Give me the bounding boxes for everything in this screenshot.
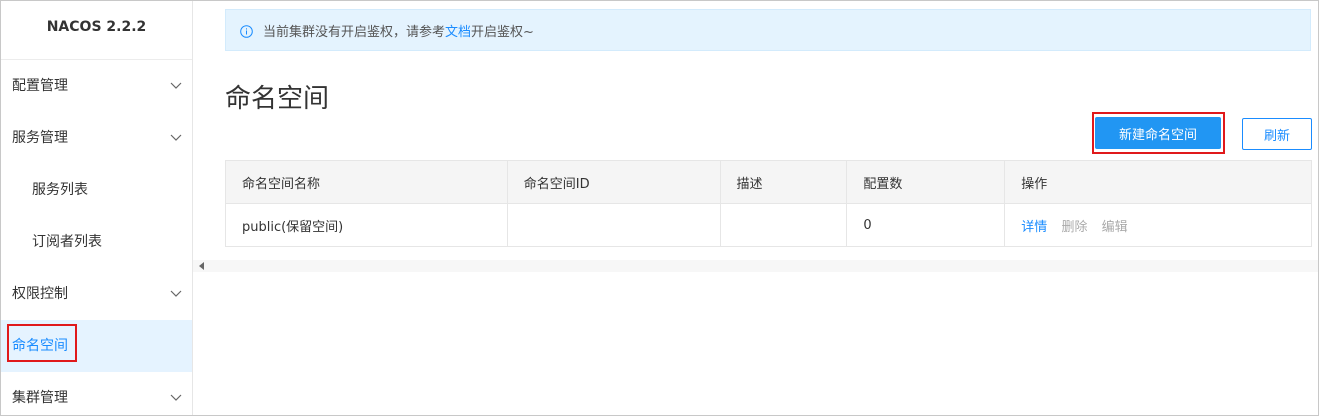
column-header-config-count: 配置数 [846, 160, 1006, 204]
table-row: public(保留空间) 0 详情 删除 编辑 [225, 203, 1312, 247]
main-content: 当前集群没有开启鉴权，请参考 文档 开启鉴权~ 命名空间 新建命名空间 刷新 命名空… [193, 1, 1318, 415]
cell-description [719, 203, 848, 247]
cell-namespace-name: public(保留空间) [225, 203, 508, 247]
info-circle-icon [240, 24, 253, 38]
sidebar-item-label: 服务管理 [12, 130, 68, 146]
sidebar-item-namespace[interactable]: 命名空间 [1, 320, 192, 372]
cell-actions: 详情 删除 编辑 [1004, 203, 1312, 247]
sidebar-item-subscriber-list[interactable]: 订阅者列表 [1, 216, 192, 268]
notice-text-suffix: 开启鉴权~ [471, 24, 534, 40]
sidebar: NACOS 2.2.2 配置管理 服务管理 服务列表 订阅者列表 权限控制 命名… [1, 1, 193, 415]
sidebar-item-service-management[interactable]: 服务管理 [1, 112, 192, 164]
sidebar-item-label: 配置管理 [12, 78, 68, 94]
sidebar-item-cluster-management[interactable]: 集群管理 [1, 372, 192, 415]
sidebar-item-label: 服务列表 [32, 182, 88, 198]
chevron-down-icon [170, 112, 182, 164]
column-header-id: 命名空间ID [506, 160, 721, 204]
auth-notice: 当前集群没有开启鉴权，请参考 文档 开启鉴权~ [225, 9, 1311, 51]
docs-link[interactable]: 文档 [445, 21, 471, 40]
scroll-left-arrow-icon[interactable] [199, 262, 204, 270]
column-header-actions: 操作 [1004, 160, 1312, 204]
column-header-description: 描述 [719, 160, 848, 204]
refresh-button[interactable]: 刷新 [1242, 118, 1312, 150]
sidebar-item-label: 集群管理 [12, 390, 68, 406]
cell-namespace-id [506, 203, 721, 247]
chevron-down-icon [170, 60, 182, 112]
brand-title: NACOS 2.2.2 [1, 1, 192, 60]
sidebar-item-access-control[interactable]: 权限控制 [1, 268, 192, 320]
table-header-row: 命名空间名称 命名空间ID 描述 配置数 操作 [225, 160, 1312, 204]
chevron-down-icon [170, 268, 182, 320]
delete-link: 删除 [1061, 219, 1088, 235]
sidebar-item-label: 命名空间 [12, 338, 68, 354]
namespace-table: 命名空间名称 命名空间ID 描述 配置数 操作 public(保留空间) 0 详… [225, 160, 1312, 247]
sidebar-item-label: 订阅者列表 [32, 234, 102, 250]
column-header-name: 命名空间名称 [225, 160, 508, 204]
sidebar-item-service-list[interactable]: 服务列表 [1, 164, 192, 216]
sidebar-item-label: 权限控制 [12, 286, 68, 302]
notice-text: 当前集群没有开启鉴权，请参考 [263, 24, 446, 40]
page-title: 命名空间 [225, 84, 330, 115]
sidebar-item-config-management[interactable]: 配置管理 [1, 60, 192, 112]
detail-link[interactable]: 详情 [1021, 220, 1047, 235]
app-window: NACOS 2.2.2 配置管理 服务管理 服务列表 订阅者列表 权限控制 命名… [0, 0, 1319, 416]
horizontal-scrollbar[interactable] [193, 260, 1318, 272]
create-namespace-button[interactable]: 新建命名空间 [1095, 117, 1221, 149]
cell-config-count: 0 [846, 203, 1006, 247]
edit-link: 编辑 [1101, 219, 1128, 235]
chevron-down-icon [170, 372, 182, 415]
